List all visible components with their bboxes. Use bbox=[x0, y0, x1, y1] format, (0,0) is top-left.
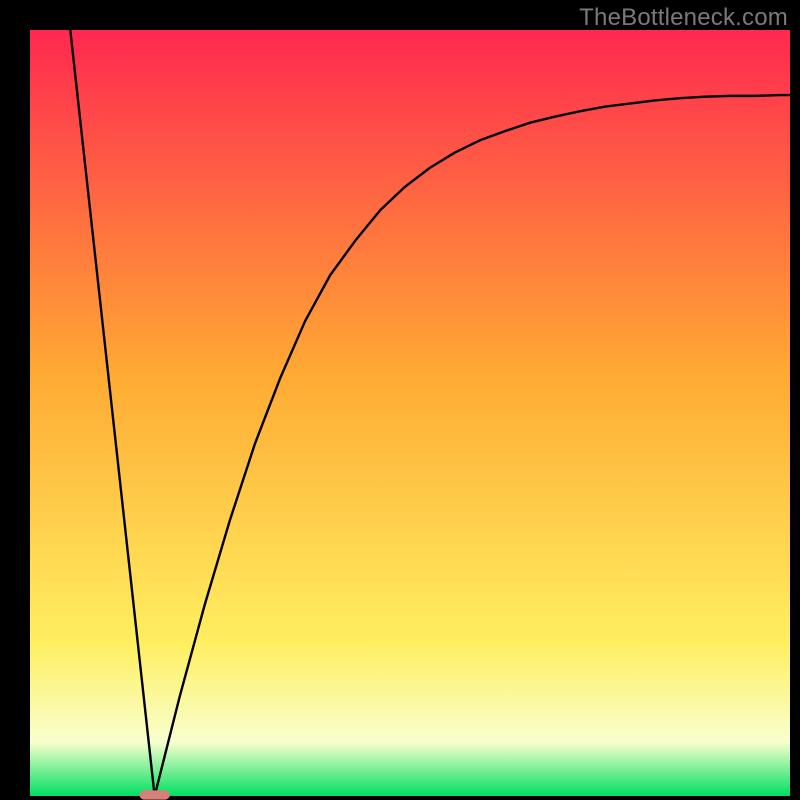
chart-frame: TheBottleneck.com bbox=[0, 0, 800, 800]
optimum-marker bbox=[139, 790, 169, 799]
plot-background bbox=[30, 30, 790, 796]
watermark-text: TheBottleneck.com bbox=[579, 4, 788, 32]
bottleneck-plot-svg bbox=[0, 0, 800, 800]
